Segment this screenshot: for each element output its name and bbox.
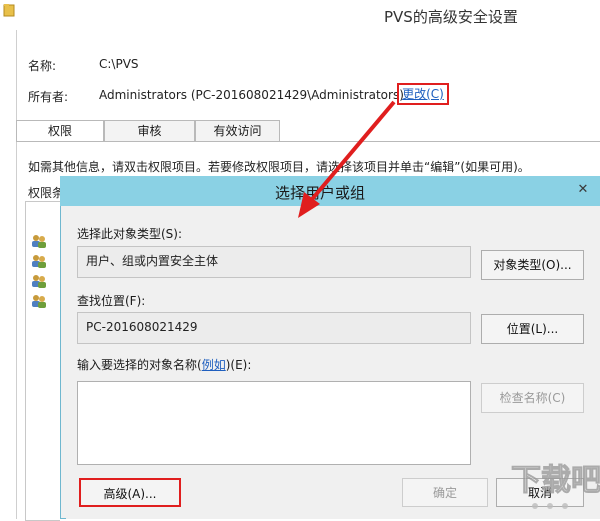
object-names-label-suffix: )(E): bbox=[225, 358, 252, 372]
object-names-label: 输入要选择的对象名称(例如)(E): bbox=[77, 356, 251, 373]
tab-effective-access[interactable]: 有效访问 bbox=[195, 120, 280, 141]
owner-label: 所有者: bbox=[28, 90, 69, 104]
check-names-button[interactable]: 检查名称(C) bbox=[481, 383, 584, 413]
name-value: C:\PVS bbox=[99, 57, 139, 71]
name-label: 名称: bbox=[28, 59, 57, 73]
object-types-button[interactable]: 对象类型(O)... bbox=[481, 250, 584, 280]
advanced-button[interactable]: 高级(A)... bbox=[79, 478, 181, 507]
permission-entries-list[interactable] bbox=[25, 201, 60, 521]
location-label: 查找位置(F): bbox=[77, 294, 146, 308]
permissions-info-text: 如需其他信息，请双击权限项目。若要修改权限项目，请选择该项目并单击“编辑”(如果… bbox=[28, 160, 530, 174]
close-icon[interactable]: ✕ bbox=[574, 181, 592, 199]
users-icon bbox=[32, 295, 46, 308]
location-field: PC-201608021429 bbox=[77, 312, 471, 344]
annotation-arrow-icon bbox=[298, 100, 396, 218]
users-icon bbox=[32, 255, 46, 268]
users-icon bbox=[32, 235, 46, 248]
users-icon bbox=[32, 275, 46, 288]
folder-icon bbox=[3, 4, 15, 17]
tab-audit[interactable]: 审核 bbox=[104, 120, 195, 141]
locations-button[interactable]: 位置(L)... bbox=[481, 314, 584, 344]
tab-permissions[interactable]: 权限 bbox=[16, 120, 104, 142]
object-type-label: 选择此对象类型(S): bbox=[77, 227, 183, 241]
watermark-logo: 下载吧 bbox=[511, 463, 600, 509]
object-names-label-prefix: 输入要选择的对象名称( bbox=[77, 358, 202, 372]
permission-entries-label: 权限条 bbox=[28, 186, 65, 200]
ok-button[interactable]: 确定 bbox=[402, 478, 488, 507]
object-names-input[interactable] bbox=[77, 381, 471, 465]
examples-link[interactable]: 例如 bbox=[202, 358, 226, 372]
parent-window-title: PVS的高级安全设置 bbox=[384, 8, 518, 26]
watermark-text: 下载吧 bbox=[511, 463, 600, 498]
object-type-field: 用户、组或内置安全主体 bbox=[77, 246, 471, 278]
